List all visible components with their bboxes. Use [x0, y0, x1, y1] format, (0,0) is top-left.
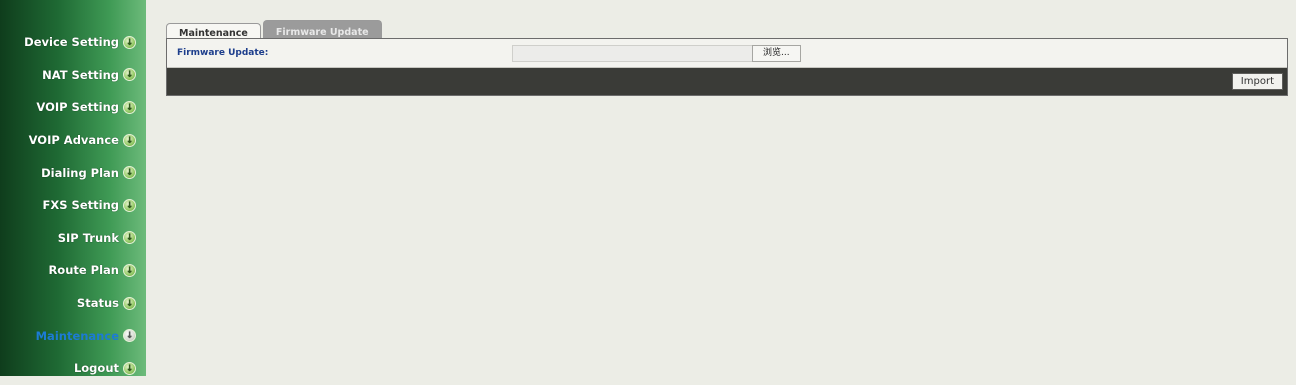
sidebar-item-fxs-setting[interactable]: FXS Setting ↓ — [0, 189, 146, 222]
sidebar-nav: Device Setting ↓ NAT Setting ↓ VOIP Sett… — [0, 0, 146, 376]
sidebar-item-device-setting[interactable]: Device Setting ↓ — [0, 26, 146, 59]
import-button[interactable]: Import — [1231, 73, 1283, 90]
tab-maintenance[interactable]: Maintenance — [166, 23, 261, 39]
sidebar-item-label: Status — [76, 296, 119, 311]
main-content: Maintenance Firmware Update Firmware Upd… — [166, 20, 1288, 96]
down-arrow-circle-icon: ↓ — [123, 231, 136, 245]
down-arrow-circle-icon: ↓ — [123, 361, 136, 375]
sidebar-item-sip-trunk[interactable]: SIP Trunk ↓ — [0, 222, 146, 255]
action-bar: Import — [167, 68, 1287, 95]
sidebar-item-label: Route Plan — [48, 263, 119, 278]
sidebar-item-label: SIP Trunk — [57, 230, 119, 245]
down-arrow-circle-icon: ↓ — [123, 35, 136, 49]
sidebar-item-label: FXS Setting — [42, 198, 119, 213]
sidebar-item-dialing-plan[interactable]: Dialing Plan ↓ — [0, 156, 146, 189]
down-arrow-circle-icon: ↓ — [123, 296, 136, 310]
sidebar-item-label: Device Setting — [24, 35, 119, 50]
sidebar-item-label: VOIP Setting — [36, 100, 119, 115]
sidebar-item-voip-advance[interactable]: VOIP Advance ↓ — [0, 124, 146, 157]
firmware-update-label: Firmware Update: — [177, 48, 269, 58]
firmware-update-row: Firmware Update: 浏览... — [167, 39, 1287, 68]
sidebar-item-label: Dialing Plan — [41, 165, 119, 180]
sidebar-item-logout[interactable]: Logout ↓ — [0, 352, 146, 385]
sidebar-item-nat-setting[interactable]: NAT Setting ↓ — [0, 59, 146, 92]
sidebar-item-label: NAT Setting — [42, 67, 119, 82]
down-arrow-circle-icon: ↓ — [123, 198, 136, 212]
down-arrow-circle-icon: ↓ — [123, 329, 136, 343]
down-arrow-circle-icon: ↓ — [123, 133, 136, 147]
sidebar-item-label: VOIP Advance — [28, 133, 119, 148]
firmware-update-panel: Firmware Update: 浏览... Import — [166, 38, 1288, 96]
tab-bar: Maintenance Firmware Update — [166, 20, 1288, 39]
sidebar-item-label: Maintenance — [35, 328, 119, 343]
down-arrow-circle-icon: ↓ — [123, 100, 136, 114]
sidebar-item-route-plan[interactable]: Route Plan ↓ — [0, 254, 146, 287]
down-arrow-circle-icon: ↓ — [123, 68, 136, 82]
sidebar-item-label: Logout — [73, 361, 119, 376]
sidebar-item-status[interactable]: Status ↓ — [0, 287, 146, 320]
sidebar-item-voip-setting[interactable]: VOIP Setting ↓ — [0, 91, 146, 124]
tab-firmware-update[interactable]: Firmware Update — [262, 20, 382, 38]
firmware-file-input[interactable] — [512, 44, 752, 62]
down-arrow-circle-icon: ↓ — [123, 166, 136, 180]
browse-button[interactable]: 浏览... — [752, 44, 801, 62]
down-arrow-circle-icon: ↓ — [123, 263, 136, 277]
sidebar-item-maintenance[interactable]: Maintenance ↓ — [0, 319, 146, 352]
